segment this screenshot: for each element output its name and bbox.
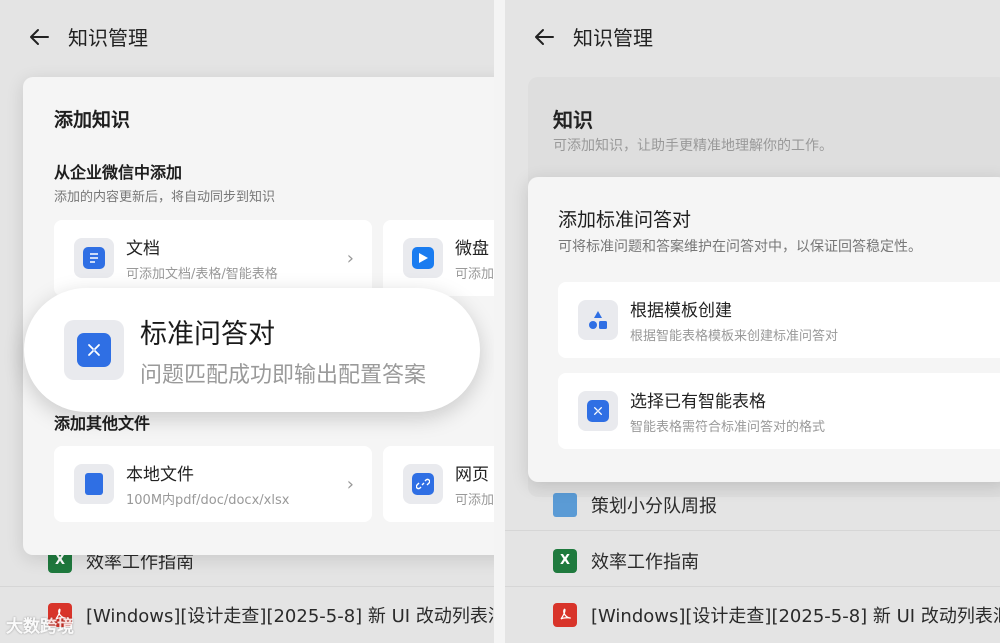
right-panel: 知识管理 知识 可添加知识，让助手更精准地理解你的工作。 策划小分队周报 X 效… [505, 0, 1000, 643]
back-arrow-icon[interactable] [533, 26, 555, 48]
page-header: 知识管理 [28, 22, 148, 51]
qa-icon [578, 391, 618, 431]
standard-qa-highlight[interactable]: 标准问答对 问题匹配成功即输出配置答案 [24, 288, 480, 412]
back-arrow-icon[interactable] [28, 26, 50, 48]
create-from-template-card[interactable]: 根据模板创建 根据智能表格模板来创建标准问答对 [558, 282, 1000, 358]
other-section-title: 添加其他文件 [54, 414, 151, 433]
list-item[interactable]: [Windows][设计走查][2025-5-8] 新 UI 改动列表汇 [0, 589, 494, 641]
qa-icon [64, 320, 124, 380]
add-qa-modal: 添加标准问答对 可将标准问题和答案维护在问答对中，以保证回答稳定性。 根据模板创… [528, 177, 1000, 482]
divider [494, 0, 505, 643]
wecom-section-desc: 添加的内容更新后，将自动同步到知识 [54, 190, 276, 205]
file-icon [74, 464, 114, 504]
weipan-icon [403, 238, 443, 278]
modal-desc: 可将标准问题和答案维护在问答对中，以保证回答稳定性。 [558, 239, 922, 255]
page-title: 知识管理 [68, 26, 148, 50]
pdf-icon [553, 603, 577, 627]
watermark-logo: 大数跨境 [6, 617, 74, 637]
webpage-card[interactable]: 网页 可添加 [383, 446, 494, 522]
local-file-card[interactable]: 本地文件 100M内pdf/doc/docx/xlsx › [54, 446, 372, 522]
page-title: 知识管理 [573, 26, 653, 50]
select-smart-sheet-card[interactable]: 选择已有智能表格 智能表格需符合标准问答对的格式 [558, 373, 1000, 449]
weipan-card[interactable]: 微盘 可添加 [383, 220, 494, 296]
excel-icon: X [553, 548, 577, 573]
page-header: 知识管理 [533, 22, 653, 51]
doc-icon [74, 238, 114, 278]
wecom-section-title: 从企业微信中添加 [54, 163, 183, 182]
shapes-icon [578, 300, 618, 340]
list-item[interactable]: [Windows][设计走查][2025-5-8] 新 UI 改动列表汇 [505, 589, 1000, 641]
chevron-right-icon: › [346, 248, 354, 269]
chevron-right-icon: › [346, 474, 354, 495]
modal-title: 添加标准问答对 [558, 209, 692, 231]
link-icon [403, 464, 443, 504]
modal-title: 添加知识 [54, 109, 131, 131]
list-item[interactable]: X 效率工作指南 [505, 535, 1000, 587]
knowledge-desc: 可添加知识，让助手更精准地理解你的工作。 [553, 138, 833, 154]
knowledge-title: 知识 [553, 108, 593, 132]
docs-card[interactable]: 文档 可添加文档/表格/智能表格 › [54, 220, 372, 296]
list-item[interactable]: 策划小分队周报 [505, 479, 1000, 531]
folder-icon [553, 492, 577, 517]
left-panel: 知识管理 X 效率工作指南 [Windows][设计走查][2025-5-8] … [0, 0, 494, 643]
